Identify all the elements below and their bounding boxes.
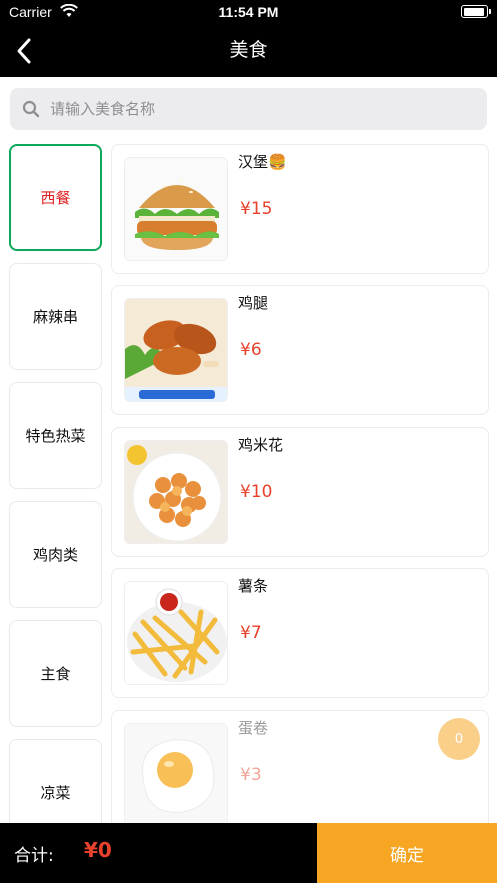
search-input[interactable] [50,88,470,130]
category-special-hot-dishes[interactable]: 特色热菜 [9,382,102,489]
page-title: 美食 [229,39,268,61]
search-icon [22,100,40,118]
product-price: ¥15 [240,199,273,219]
category-label: 特色热菜 [25,427,86,445]
product-card[interactable]: 蛋卷 ¥3 [111,710,489,840]
category-spicy-skewers[interactable]: 麻辣串 [9,263,102,370]
product-price: ¥7 [240,623,262,643]
status-bar: Carrier 11:54 PM [0,0,497,26]
category-label: 主食 [40,665,71,683]
clock: 11:54 PM [218,4,279,20]
category-label: 凉菜 [40,784,71,802]
product-name: 鸡米花 [238,436,284,454]
product-name: 鸡腿 [238,294,269,312]
cart-count-badge[interactable]: 0 [438,718,480,760]
confirm-button[interactable]: 确定 [317,823,497,883]
search-bar[interactable] [10,88,487,130]
product-price: ¥3 [240,765,262,785]
fries-image [124,581,228,685]
product-name: 汉堡🍔 [238,153,287,171]
product-price: ¥10 [240,482,273,502]
product-card[interactable]: 鸡米花 ¥10 [111,427,489,557]
confirm-label: 确定 [390,845,424,866]
battery-icon [461,5,491,18]
category-label: 西餐 [40,189,71,207]
popcorn-chicken-image [124,440,228,544]
category-staple-food[interactable]: 主食 [9,620,102,727]
product-name: 蛋卷 [238,719,269,737]
top-bar: Carrier 11:54 PM 美食 [0,0,497,77]
product-card[interactable]: 汉堡🍔 ¥15 [111,144,489,274]
category-label: 麻辣串 [32,308,78,326]
product-card[interactable]: 鸡腿 ¥6 [111,285,489,415]
product-name: 薯条 [238,577,269,595]
category-chicken[interactable]: 鸡肉类 [9,501,102,608]
total-value: ¥0 [84,838,112,862]
chicken-leg-image [124,298,228,402]
burger-image [124,157,228,261]
category-western[interactable]: 西餐 [9,144,102,251]
product-card[interactable]: 薯条 ¥7 [111,568,489,698]
bottom-bar: 合计: ¥0 确定 [0,823,497,883]
total-label: 合计: [14,846,54,866]
egg-image [124,723,228,827]
product-price: ¥6 [240,340,262,360]
category-label: 鸡肉类 [32,546,78,564]
